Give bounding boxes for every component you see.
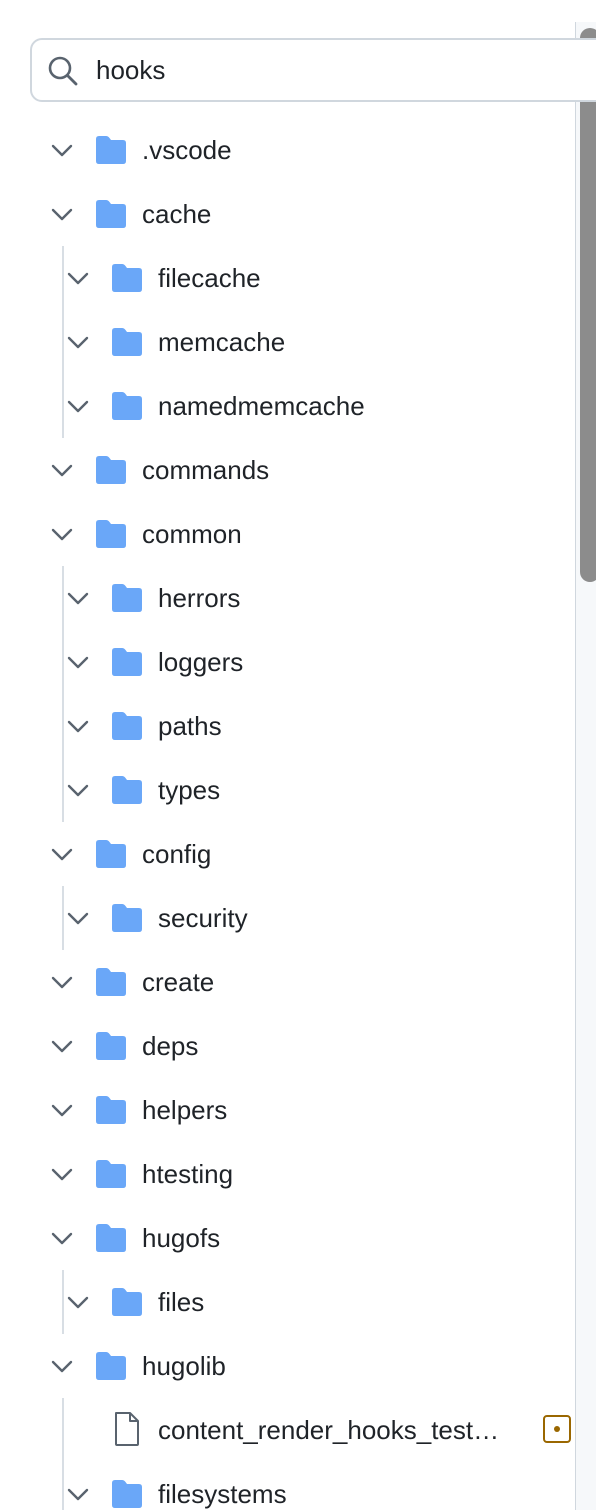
indent-guide — [62, 566, 64, 822]
chevron-down-icon[interactable] — [66, 1482, 90, 1506]
tree-folder-row[interactable]: deps — [0, 1014, 575, 1078]
chevron-down-icon[interactable] — [50, 138, 74, 162]
search-icon — [48, 56, 78, 86]
indent-guide — [62, 1270, 64, 1334]
chevron-down-icon[interactable] — [66, 906, 90, 930]
modified-file-icon — [543, 1415, 571, 1443]
file-icon — [115, 1412, 139, 1446]
chevron-down-icon[interactable] — [50, 1354, 74, 1378]
folder-icon — [112, 776, 142, 804]
folder-name: cache — [142, 199, 212, 229]
chevron-down-icon[interactable] — [66, 586, 90, 610]
chevron-down-icon[interactable] — [50, 1098, 74, 1122]
chevron-down-icon[interactable] — [66, 778, 90, 802]
chevron-down-icon[interactable] — [50, 202, 74, 226]
file-tree-panel: .vscode cache filecache memcache namedmemcac… — [0, 0, 596, 1510]
file-name: content_render_hooks_test… — [158, 1415, 500, 1445]
folder-icon — [96, 136, 126, 164]
folder-icon — [96, 840, 126, 868]
folder-icon — [96, 1096, 126, 1124]
chevron-down-icon[interactable] — [50, 842, 74, 866]
tree-folder-row[interactable]: memcache — [0, 310, 575, 374]
tree-folder-row[interactable]: htesting — [0, 1142, 575, 1206]
tree-folder-row[interactable]: cache — [0, 182, 575, 246]
chevron-down-icon[interactable] — [66, 650, 90, 674]
folder-name: commands — [142, 455, 270, 485]
chevron-down-icon[interactable] — [66, 1290, 90, 1314]
folder-name: hugolib — [142, 1351, 226, 1381]
folder-name: files — [158, 1287, 205, 1317]
folder-icon — [112, 904, 142, 932]
file-tree: .vscode cache filecache memcache namedmemcac… — [0, 118, 575, 1510]
folder-icon — [112, 1288, 142, 1316]
folder-icon — [96, 968, 126, 996]
tree-folder-row[interactable]: security — [0, 886, 575, 950]
chevron-down-icon[interactable] — [50, 1034, 74, 1058]
chevron-down-icon[interactable] — [66, 266, 90, 290]
tree-folder-row[interactable]: hugofs — [0, 1206, 575, 1270]
folder-icon — [96, 1032, 126, 1060]
tree-folder-row[interactable]: types — [0, 758, 575, 822]
chevron-down-icon[interactable] — [66, 330, 90, 354]
folder-name: security — [158, 903, 248, 933]
chevron-down-icon[interactable] — [50, 1226, 74, 1250]
folder-icon — [96, 456, 126, 484]
folder-icon — [112, 392, 142, 420]
tree-folder-row[interactable]: hugolib — [0, 1334, 575, 1398]
folder-name: namedmemcache — [158, 391, 365, 421]
chevron-down-icon[interactable] — [66, 394, 90, 418]
chevron-down-icon[interactable] — [50, 522, 74, 546]
tree-folder-row[interactable]: namedmemcache — [0, 374, 575, 438]
tree-folder-row[interactable]: common — [0, 502, 575, 566]
folder-name: helpers — [142, 1095, 228, 1125]
file-filter-box[interactable] — [30, 38, 596, 102]
folder-icon — [112, 584, 142, 612]
folder-name: filecache — [158, 263, 261, 293]
folder-icon — [112, 712, 142, 740]
tree-folder-row[interactable]: config — [0, 822, 575, 886]
indent-guide — [62, 246, 64, 438]
indent-guide — [62, 1398, 64, 1510]
folder-name: filesystems — [158, 1479, 287, 1509]
folder-icon — [96, 1160, 126, 1188]
chevron-down-icon[interactable] — [50, 970, 74, 994]
tree-folder-row[interactable]: loggers — [0, 630, 575, 694]
folder-name: herrors — [158, 583, 241, 613]
indent-guide — [62, 886, 64, 950]
tree-folder-row[interactable]: filesystems — [0, 1462, 575, 1510]
tree-folder-row[interactable]: helpers — [0, 1078, 575, 1142]
folder-icon — [96, 1224, 126, 1252]
folder-name: hugofs — [142, 1223, 221, 1253]
folder-name: create — [142, 967, 215, 997]
folder-icon — [112, 648, 142, 676]
folder-name: paths — [158, 711, 222, 741]
folder-name: types — [158, 775, 221, 805]
tree-folder-row[interactable]: files — [0, 1270, 575, 1334]
folder-name: loggers — [158, 647, 244, 677]
tree-folder-row[interactable]: commands — [0, 438, 575, 502]
folder-icon — [96, 520, 126, 548]
folder-icon — [112, 1480, 142, 1508]
folder-icon — [112, 328, 142, 356]
tree-folder-row[interactable]: filecache — [0, 246, 575, 310]
folder-name: deps — [142, 1031, 199, 1061]
tree-folder-row[interactable]: create — [0, 950, 575, 1014]
folder-name: common — [142, 519, 242, 549]
tree-file-row[interactable]: content_render_hooks_test… — [0, 1398, 575, 1462]
folder-name: .vscode — [142, 135, 232, 165]
folder-name: memcache — [158, 327, 286, 357]
chevron-down-icon[interactable] — [50, 1162, 74, 1186]
scrollbar-thumb[interactable] — [580, 28, 596, 582]
chevron-down-icon[interactable] — [50, 458, 74, 482]
file-filter-input[interactable] — [96, 40, 566, 100]
tree-folder-row[interactable]: .vscode — [0, 118, 575, 182]
folder-icon — [96, 1352, 126, 1380]
folder-icon — [96, 200, 126, 228]
tree-folder-row[interactable]: paths — [0, 694, 575, 758]
folder-icon — [112, 264, 142, 292]
tree-folder-row[interactable]: herrors — [0, 566, 575, 630]
folder-name: htesting — [142, 1159, 234, 1189]
folder-name: config — [142, 839, 212, 869]
chevron-down-icon[interactable] — [66, 714, 90, 738]
